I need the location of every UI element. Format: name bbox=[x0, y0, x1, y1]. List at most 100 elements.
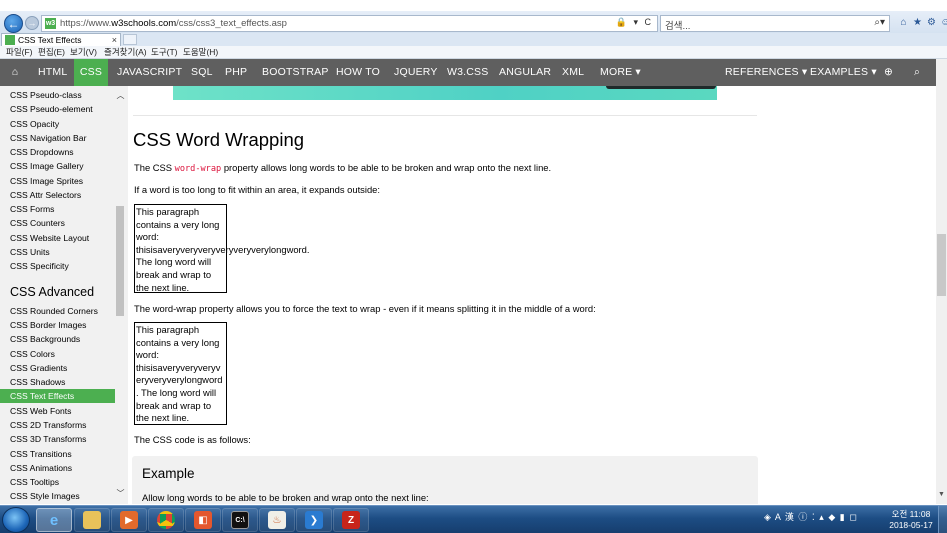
menu-edit[interactable]: 편집(E) bbox=[38, 46, 65, 59]
sidebar-item-image-sprites[interactable]: CSS Image Sprites bbox=[0, 174, 115, 188]
home-icon[interactable]: ⌂ bbox=[898, 16, 909, 29]
globe-icon[interactable]: ⊕ bbox=[884, 59, 893, 86]
taskbar-visual-studio-code[interactable]: ❯ bbox=[296, 508, 332, 532]
sidebar-item-colors[interactable]: CSS Colors bbox=[0, 347, 115, 361]
search-icon[interactable]: ⌕ bbox=[914, 59, 920, 86]
tab-css-text-effects[interactable]: CSS Text Effects × bbox=[1, 33, 121, 46]
sidebar-scroll-thumb[interactable] bbox=[116, 206, 124, 316]
sidebar-item-pseudo-class[interactable]: CSS Pseudo-class bbox=[0, 88, 115, 102]
sidebar-item-transitions[interactable]: CSS Transitions bbox=[0, 447, 115, 461]
demo2-line: eryveryverylongword bbox=[136, 374, 223, 386]
filezilla-icon: Z bbox=[342, 511, 360, 529]
sidebar-item-rounded-corners[interactable]: CSS Rounded Corners bbox=[0, 304, 115, 318]
sidebar-item-web-fonts[interactable]: CSS Web Fonts bbox=[0, 404, 115, 418]
taskbar-file-explorer[interactable] bbox=[74, 508, 110, 532]
sidebar-item-specificity[interactable]: CSS Specificity bbox=[0, 259, 115, 273]
taskbar-java[interactable]: ♨ bbox=[259, 508, 295, 532]
ad-banner[interactable] bbox=[173, 86, 717, 100]
search-placeholder: 검색... bbox=[665, 21, 691, 32]
nav-bootstrap[interactable]: BOOTSTRAP bbox=[262, 59, 329, 86]
sidebar-item-backgrounds[interactable]: CSS Backgrounds bbox=[0, 332, 115, 346]
sidebar-scrollbar[interactable]: ︿ ﹀ bbox=[115, 86, 126, 504]
sidebar-item-website-layout[interactable]: CSS Website Layout bbox=[0, 231, 115, 245]
home-icon[interactable]: ⌂ bbox=[6, 59, 24, 86]
demo1-line: The long word will bbox=[136, 256, 212, 268]
inline-code-word-wrap: word-wrap bbox=[174, 164, 222, 174]
taskbar-command-prompt[interactable]: C:\ bbox=[222, 508, 258, 532]
start-button[interactable] bbox=[2, 507, 30, 533]
nav-references[interactable]: REFERENCES ▾ bbox=[725, 59, 807, 86]
close-icon[interactable]: × bbox=[112, 34, 117, 46]
page-scroll-thumb[interactable] bbox=[937, 234, 946, 296]
sidebar-item-pseudo-element[interactable]: CSS Pseudo-element bbox=[0, 102, 115, 116]
nav-examples[interactable]: EXAMPLES ▾ bbox=[810, 59, 877, 86]
sidebar-item-3d-transforms[interactable]: CSS 3D Transforms bbox=[0, 432, 115, 446]
system-tray[interactable]: ◈ A 漢 ⓘ ⁚ ▴ ◆ ▮ ◻ bbox=[764, 510, 858, 523]
nav-xml[interactable]: XML bbox=[562, 59, 584, 86]
sidebar-item-style-images[interactable]: CSS Style Images bbox=[0, 489, 115, 503]
p1-text-before: The CSS bbox=[134, 162, 175, 173]
chevron-up-icon[interactable]: ︿ bbox=[115, 90, 126, 101]
sidebar-item-tooltips[interactable]: CSS Tooltips bbox=[0, 475, 115, 489]
sidebar-item-2d-transforms[interactable]: CSS 2D Transforms bbox=[0, 418, 115, 432]
taskbar-app-5[interactable]: ◧ bbox=[185, 508, 221, 532]
menu-file[interactable]: 파일(F) bbox=[6, 46, 33, 59]
nav-html[interactable]: HTML bbox=[38, 59, 67, 86]
favorites-star-icon[interactable]: ★ bbox=[912, 16, 923, 29]
sidebar-item-units[interactable]: CSS Units bbox=[0, 245, 115, 259]
chevron-down-icon[interactable]: ﹀ bbox=[115, 488, 126, 499]
chevron-down-icon[interactable]: ▼ bbox=[936, 491, 947, 498]
nav-sql[interactable]: SQL bbox=[191, 59, 213, 86]
menu-help[interactable]: 도움말(H) bbox=[183, 46, 218, 59]
forward-button[interactable]: → bbox=[25, 16, 39, 30]
ad-banner-button[interactable] bbox=[606, 86, 716, 89]
sidebar-item-image-gallery[interactable]: CSS Image Gallery bbox=[0, 159, 115, 173]
sidebar-item-forms[interactable]: CSS Forms bbox=[0, 202, 115, 216]
nav-how-to[interactable]: HOW TO bbox=[336, 59, 380, 86]
paragraph-overflow-intro: If a word is too long to fit within an a… bbox=[134, 184, 380, 195]
url-tools[interactable]: 🔒 ▾ C bbox=[616, 17, 653, 28]
smiley-icon[interactable]: ☺ bbox=[940, 16, 947, 29]
nav-css[interactable]: CSS bbox=[74, 59, 108, 86]
sidebar-item-border-images[interactable]: CSS Border Images bbox=[0, 318, 115, 332]
back-button[interactable]: ← bbox=[4, 14, 23, 33]
browser-search-input[interactable]: 검색... ⌕▾ bbox=[660, 15, 890, 32]
nav-php[interactable]: PHP bbox=[225, 59, 247, 86]
nav-w3css[interactable]: W3.CSS bbox=[447, 59, 488, 86]
arrow-left-icon: ← bbox=[7, 16, 20, 31]
paragraph-word-wrap-intro: The CSS word-wrap property allows long w… bbox=[134, 162, 551, 174]
nav-jquery[interactable]: JQUERY bbox=[394, 59, 438, 86]
nav-more[interactable]: MORE ▾ bbox=[600, 59, 641, 86]
demo2-line: word: bbox=[136, 349, 159, 361]
taskbar-filezilla[interactable]: Z bbox=[333, 508, 369, 532]
sidebar-item-attr-selectors[interactable]: CSS Attr Selectors bbox=[0, 188, 115, 202]
taskbar-internet-explorer[interactable]: e bbox=[36, 508, 72, 532]
main-content: CSS Word Wrapping The CSS word-wrap prop… bbox=[128, 86, 936, 504]
menu-favorites[interactable]: 즐겨찾기(A) bbox=[104, 46, 147, 59]
sidebar-item-opacity[interactable]: CSS Opacity bbox=[0, 117, 115, 131]
gear-icon[interactable]: ⚙ bbox=[926, 16, 937, 29]
sidebar-item-shadows[interactable]: CSS Shadows bbox=[0, 375, 115, 389]
sidebar-item-gradients[interactable]: CSS Gradients bbox=[0, 361, 115, 375]
clock[interactable]: 오전 11:08 2018-05-17 bbox=[886, 509, 936, 531]
taskbar-chrome[interactable] bbox=[148, 508, 184, 532]
p1-text-after: property allows long words to be able to… bbox=[221, 162, 552, 173]
sidebar-item-animations[interactable]: CSS Animations bbox=[0, 461, 115, 475]
search-icon[interactable]: ⌕▾ bbox=[874, 17, 885, 28]
new-tab-button[interactable] bbox=[123, 34, 137, 45]
url-input[interactable]: w3 https://www.w3schools.com/css/css3_te… bbox=[41, 15, 658, 32]
page-scrollbar[interactable]: ▼ bbox=[936, 59, 947, 504]
sidebar-item-navigation-bar[interactable]: CSS Navigation Bar bbox=[0, 131, 115, 145]
menu-tools[interactable]: 도구(T) bbox=[151, 46, 178, 59]
sidebar-item-counters[interactable]: CSS Counters bbox=[0, 216, 115, 230]
nav-javascript[interactable]: JAVASCRIPT bbox=[117, 59, 182, 86]
sidebar-item-text-effects[interactable]: CSS Text Effects bbox=[0, 389, 115, 403]
sidebar-item-dropdowns[interactable]: CSS Dropdowns bbox=[0, 145, 115, 159]
address-bar-row: ← → w3 https://www.w3schools.com/css/css… bbox=[0, 11, 947, 33]
show-desktop-button[interactable] bbox=[938, 506, 947, 533]
demo2-line: . The long word will bbox=[136, 386, 217, 398]
menu-view[interactable]: 보기(V) bbox=[70, 46, 97, 59]
nav-angular[interactable]: ANGULAR bbox=[499, 59, 551, 86]
taskbar-media-player[interactable]: ▶ bbox=[111, 508, 147, 532]
paragraph-force-wrap: The word-wrap property allows you to for… bbox=[134, 303, 596, 314]
